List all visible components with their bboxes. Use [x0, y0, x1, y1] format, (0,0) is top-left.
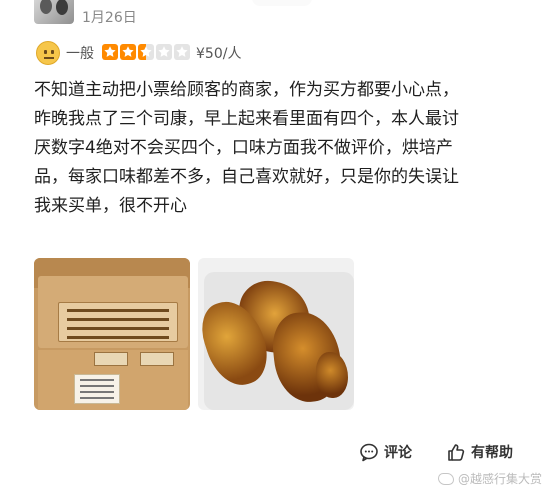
rating-row: 一般 ¥50/人 — [34, 40, 514, 66]
comment-label: 评论 — [384, 445, 412, 461]
comment-button[interactable]: 评论 — [359, 440, 412, 464]
review-line: 不知道主动把小票给顾客的商家，作为买方都要小心点， — [34, 80, 459, 100]
helpful-button[interactable]: 有帮助 — [446, 440, 513, 464]
review-header: 1月26日 — [30, 0, 530, 34]
empty-star-icon — [174, 44, 190, 60]
watermark-text: @越感行集大赏 — [457, 472, 542, 486]
comment-icon — [360, 443, 378, 462]
review-line: 厌数字4绝对不会买四个，口味方面我不做评价，烘培产 — [34, 138, 453, 158]
star-icon — [120, 44, 136, 60]
half-star-icon — [138, 44, 154, 60]
thumbs-up-icon — [448, 444, 465, 461]
star-rating — [102, 44, 190, 60]
review-line: 我来买单，很不开心 — [34, 196, 187, 216]
avatar[interactable] — [34, 0, 74, 24]
faded-header-element — [252, 0, 312, 6]
review-line: 昨晚我点了三个司康，早上起来看里面有四个，本人最讨 — [34, 109, 459, 129]
review-text: 不知道主动把小票给顾客的商家，作为买方都要小心点， 昨晚我点了三个司康，早上起来… — [34, 76, 524, 221]
review-line: 品，每家口味都差不多，自己喜欢就好，只是你的失误让 — [34, 167, 459, 187]
review-photo-boxes[interactable] — [34, 258, 190, 410]
helpful-label: 有帮助 — [471, 445, 513, 461]
review-date: 1月26日 — [82, 10, 137, 26]
price-per-person: ¥50/人 — [196, 46, 242, 62]
rating-word: 一般 — [66, 46, 94, 62]
neutral-face-icon — [36, 41, 60, 65]
empty-star-icon — [156, 44, 172, 60]
star-icon — [102, 44, 118, 60]
weibo-watermark: @越感行集大赏 — [437, 470, 542, 487]
review-photo-scones[interactable] — [198, 258, 354, 410]
weibo-icon — [437, 472, 454, 485]
